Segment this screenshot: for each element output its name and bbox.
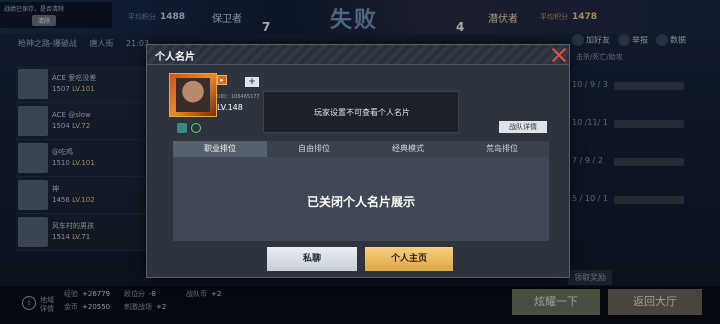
- homepage-button[interactable]: 个人主页: [365, 247, 453, 271]
- tab-pro-rank[interactable]: 职业排位: [173, 141, 267, 157]
- player-uid: UID：106465177: [217, 94, 260, 100]
- tab-classic[interactable]: 经典模式: [361, 141, 455, 157]
- match-result-screen: 战绩已保存，是否清除 清除 平均积分 1488 保卫者 7 失败 4 潜伏者 平均…: [0, 0, 720, 324]
- avatar: [169, 73, 217, 117]
- tab-free-rank[interactable]: 自由排位: [267, 141, 361, 157]
- online-status-icon: [191, 123, 201, 133]
- private-notice-box: 玩家设置不可查看个人名片: [263, 91, 459, 133]
- team-detail-button[interactable]: 战队详情: [499, 121, 547, 133]
- mode-tabs: 职业排位 自由排位 经典模式 荒岛排位: [173, 141, 549, 157]
- close-icon[interactable]: [550, 46, 568, 64]
- modal-title: 个人名片: [155, 52, 195, 63]
- avatar-image: [176, 78, 210, 112]
- modal-header: 个人名片: [147, 45, 569, 65]
- add-friend-icon[interactable]: +: [245, 77, 259, 87]
- rank-badge-icon: ▸: [217, 75, 227, 85]
- panel-message: 已关闭个人名片展示: [306, 195, 415, 209]
- tab-content-panel: 已关闭个人名片展示: [173, 157, 549, 241]
- private-chat-button[interactable]: 私聊: [267, 247, 357, 271]
- profile-card-modal: 个人名片 ▸ + UID：106465177 LV.148 玩家设置不可查看个人…: [146, 44, 570, 278]
- team-icon: [177, 123, 187, 133]
- player-level: LV.148: [217, 103, 243, 112]
- tab-island-rank[interactable]: 荒岛排位: [455, 141, 549, 157]
- private-notice-text: 玩家设置不可查看个人名片: [314, 108, 410, 117]
